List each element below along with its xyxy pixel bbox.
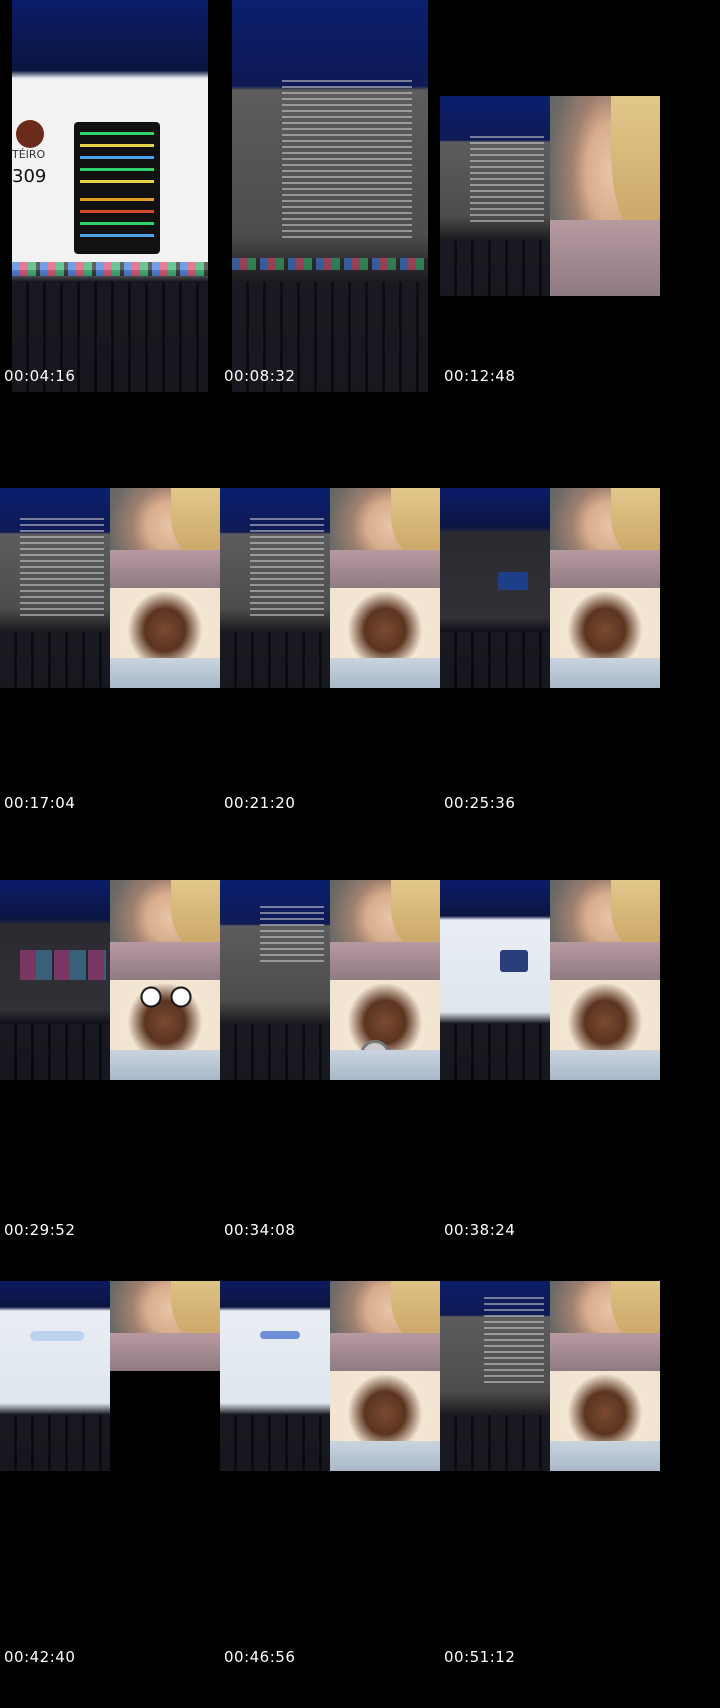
novelty-glasses — [136, 986, 196, 1008]
thumbnail-8: 00:34:08 — [220, 854, 460, 1281]
dialog-box — [500, 950, 528, 972]
man-video-feed — [110, 980, 220, 1080]
thumbnail-6: 00:25:36 — [440, 427, 680, 854]
laptop-screen-photo — [220, 488, 330, 688]
laptop-screen-photo — [0, 1281, 110, 1471]
man-video-feed — [110, 588, 220, 688]
dock — [12, 262, 208, 276]
laptop-screen-photo: TÉIRO 309 — [12, 0, 208, 392]
laptop-screen-photo — [0, 880, 110, 1080]
woman-video-feed — [330, 880, 440, 980]
dock — [232, 258, 428, 270]
thumbnail-12: 00:51:12 — [440, 1281, 680, 1708]
timestamp: 00:38:24 — [444, 1221, 516, 1239]
search-field — [30, 1331, 84, 1341]
thumbnail-7: 00:29:52 — [0, 854, 240, 1281]
follower-count: 309 — [12, 166, 47, 187]
woman-video-feed — [330, 488, 440, 588]
input-bar — [260, 1331, 300, 1339]
timestamp: 00:25:36 — [444, 794, 516, 812]
thumbnail-10: 00:42:40 — [0, 1281, 240, 1708]
man-video-feed — [550, 588, 660, 688]
woman-video-feed — [550, 96, 660, 296]
laptop-screen-photo — [440, 1281, 550, 1471]
timestamp: 00:46:56 — [224, 1648, 296, 1666]
thumbnail-11: 00:46:56 — [220, 1281, 460, 1708]
woman-video-feed — [550, 880, 660, 980]
brand-text: TÉIRO — [12, 148, 46, 161]
laptop-screen-photo — [440, 488, 550, 688]
man-video-feed — [330, 1371, 440, 1471]
timestamp: 00:29:52 — [4, 1221, 76, 1239]
timestamp: 00:51:12 — [444, 1648, 516, 1666]
man-video-feed — [550, 1371, 660, 1471]
man-video-feed — [330, 980, 440, 1080]
timestamp: 00:34:08 — [224, 1221, 296, 1239]
thumbnail-2: 00:08:32 — [220, 0, 460, 427]
logo-badge — [16, 120, 44, 148]
woman-video-feed — [550, 488, 660, 588]
woman-video-feed — [550, 1281, 660, 1371]
timestamp: 00:21:20 — [224, 794, 296, 812]
man-video-feed — [330, 588, 440, 688]
thumbnail-5: 00:21:20 — [220, 427, 460, 854]
thumbnail-4: 00:17:04 — [0, 427, 240, 854]
terminal-window — [74, 122, 160, 254]
thumbnail-3: 00:12:48 — [440, 0, 680, 427]
woman-video-feed — [110, 488, 220, 588]
timestamp: 00:17:04 — [4, 794, 76, 812]
woman-video-feed — [110, 880, 220, 980]
laptop-screen-photo — [0, 488, 110, 688]
laptop-screen-photo — [440, 880, 550, 1080]
laptop-screen-photo — [440, 96, 550, 296]
media-thumbnails — [20, 950, 106, 980]
laptop-screen-photo — [220, 1281, 330, 1471]
thumbnail-1: TÉIRO 309 00:04:16 — [0, 0, 240, 427]
timestamp: 00:12:48 — [444, 367, 516, 385]
app-logo — [498, 572, 528, 590]
woman-video-feed — [330, 1281, 440, 1371]
document-text — [282, 80, 412, 240]
laptop-screen-photo — [220, 880, 330, 1080]
man-video-feed — [550, 980, 660, 1080]
thumbnail-9: 00:38:24 — [440, 854, 680, 1281]
timestamp: 00:42:40 — [4, 1648, 76, 1666]
woman-video-feed — [110, 1281, 220, 1371]
timestamp: 00:08:32 — [224, 367, 296, 385]
timestamp: 00:04:16 — [4, 367, 76, 385]
laptop-screen-photo — [232, 0, 428, 392]
